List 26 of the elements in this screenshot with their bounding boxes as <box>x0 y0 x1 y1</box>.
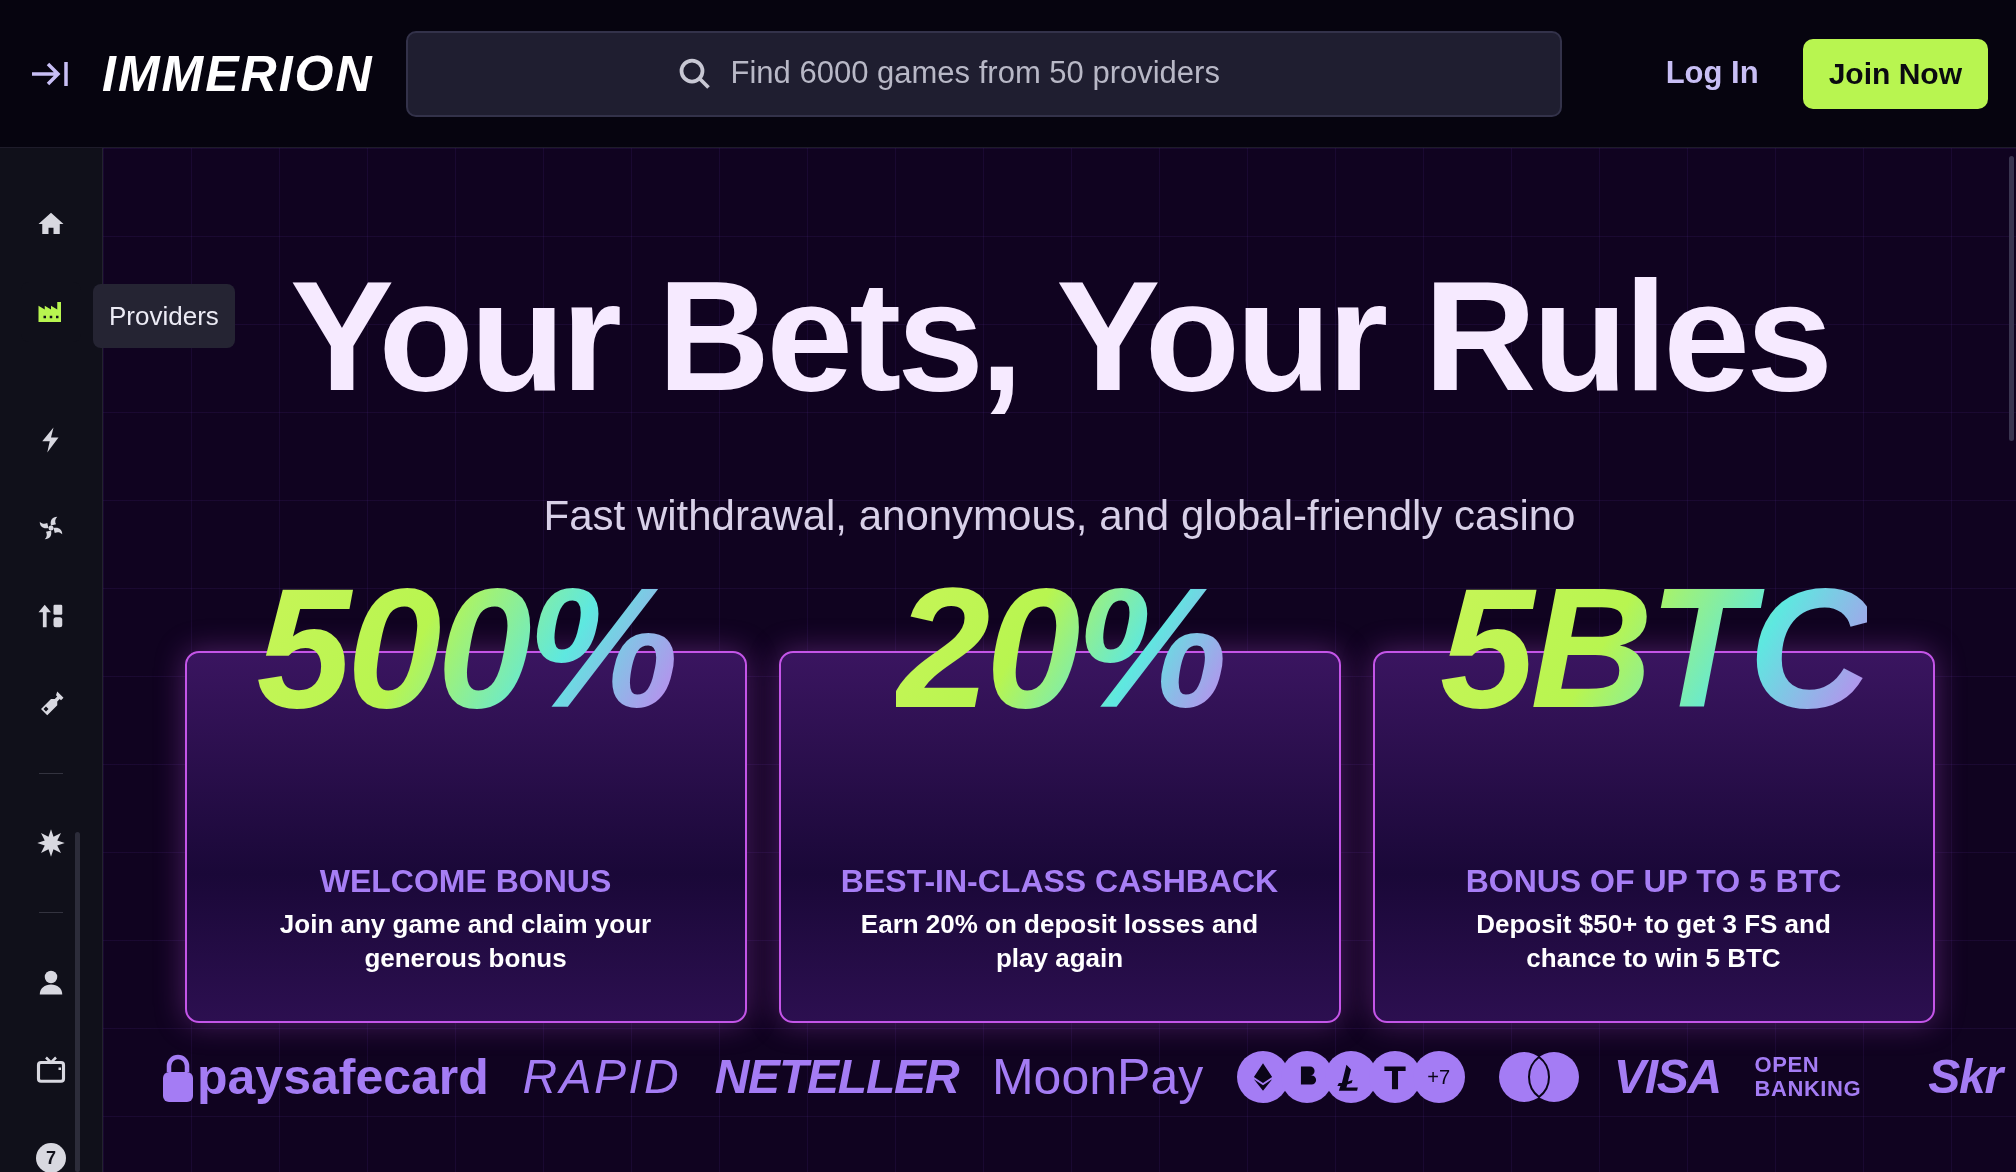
card-description: Deposit $50+ to get 3 FS and chance to win 5 BTC <box>1475 908 1832 975</box>
join-now-button[interactable]: Join Now <box>1802 38 1988 109</box>
payment-logo: paysafecard <box>197 1052 489 1102</box>
payment-logo: OPEN BANKING <box>1754 1052 1863 1102</box>
mastercard-icon <box>1498 1051 1581 1103</box>
hero-title: Your Bets, Your Rules <box>289 258 1830 414</box>
logo: IMMERION <box>102 48 374 99</box>
tv-icon <box>36 1055 66 1085</box>
hero-subtitle: Fast withdrawal, anonymous, and global-friendly casino <box>543 491 1576 541</box>
lock-icon <box>163 1054 193 1102</box>
login-link[interactable]: Log In <box>1665 50 1759 97</box>
seven-badge: 7 <box>36 1143 66 1172</box>
search-bar[interactable]: Find 6000 games from 50 providers <box>405 30 1562 117</box>
card-heading: BONUS OF UP TO 5 BTC <box>1465 862 1842 901</box>
splat-icon <box>36 828 66 858</box>
card-description: Earn 20% on deposit losses and play again <box>859 908 1260 975</box>
payment-logo: MoonPay <box>991 1052 1204 1102</box>
card-heading: BEST-IN-CLASS CASHBACK <box>840 862 1279 901</box>
tooltip: Providers <box>93 284 235 348</box>
card-heading: WELCOME BONUS <box>319 862 612 901</box>
card-description: Join any game and claim your generous bonus <box>278 908 653 975</box>
payment-logo: NETELLER <box>714 1053 959 1101</box>
sidebar-item[interactable]: 7 <box>21 1128 81 1172</box>
payment-logo: RAPID <box>522 1053 682 1101</box>
payment-logo: VISA <box>1613 1053 1722 1101</box>
search-field[interactable]: Find 6000 games from 50 providers <box>730 50 1291 97</box>
